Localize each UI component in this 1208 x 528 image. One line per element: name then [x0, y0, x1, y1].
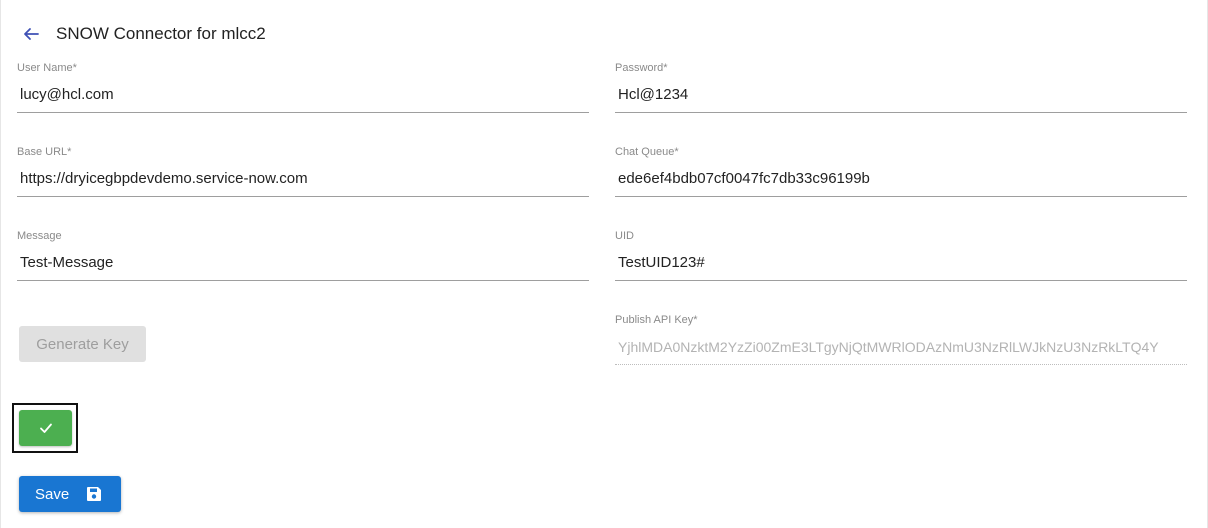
- password-label: Password*: [615, 62, 668, 74]
- generate-key-button[interactable]: Generate Key: [19, 326, 146, 362]
- user-name-input[interactable]: lucy@hcl.com: [17, 85, 589, 105]
- floppy-disk-icon: [85, 485, 103, 503]
- message-input[interactable]: Test-Message: [17, 253, 589, 273]
- uid-label: UID: [615, 230, 634, 242]
- save-button-label: Save: [35, 485, 70, 503]
- message-field[interactable]: Message Test-Message: [17, 229, 589, 281]
- chat-queue-input[interactable]: ede6ef4bdb07cf0047fc7db33c96199b: [615, 169, 1187, 189]
- uid-field[interactable]: UID TestUID123#: [615, 229, 1187, 281]
- user-name-field[interactable]: User Name* lucy@hcl.com: [17, 61, 589, 113]
- confirm-button[interactable]: [19, 410, 72, 446]
- chat-queue-underline: [615, 196, 1187, 197]
- chat-queue-field[interactable]: Chat Queue* ede6ef4bdb07cf0047fc7db33c96…: [615, 145, 1187, 197]
- password-field[interactable]: Password* Hcl@1234: [615, 61, 1187, 113]
- message-label: Message: [17, 230, 62, 242]
- base-url-field[interactable]: Base URL* https://dryicegbpdevdemo.servi…: [17, 145, 589, 197]
- chat-queue-label: Chat Queue*: [615, 146, 679, 158]
- publish-api-key-field: Publish API Key* YjhlMDA0NzktM2YzZi00ZmE…: [615, 313, 1187, 365]
- page-header: SNOW Connector for mlcc2: [22, 22, 266, 46]
- message-underline: [17, 280, 589, 281]
- uid-underline: [615, 280, 1187, 281]
- user-name-underline: [17, 112, 589, 113]
- checkmark-icon: [39, 423, 52, 433]
- uid-input[interactable]: TestUID123#: [615, 253, 1187, 273]
- user-name-label: User Name*: [17, 62, 77, 74]
- publish-api-key-label: Publish API Key*: [615, 314, 698, 326]
- base-url-input[interactable]: https://dryicegbpdevdemo.service-now.com: [17, 169, 589, 189]
- base-url-label: Base URL*: [17, 146, 72, 158]
- arrow-left-icon[interactable]: [22, 25, 40, 43]
- page-title: SNOW Connector for mlcc2: [56, 24, 266, 43]
- password-underline: [615, 112, 1187, 113]
- password-input[interactable]: Hcl@1234: [615, 85, 1187, 105]
- publish-api-key-input: YjhlMDA0NzktM2YzZi00ZmE3LTgyNjQtMWRlODAz…: [618, 339, 1159, 355]
- base-url-underline: [17, 196, 589, 197]
- save-button[interactable]: Save: [19, 476, 121, 512]
- publish-api-key-underline: [615, 364, 1187, 365]
